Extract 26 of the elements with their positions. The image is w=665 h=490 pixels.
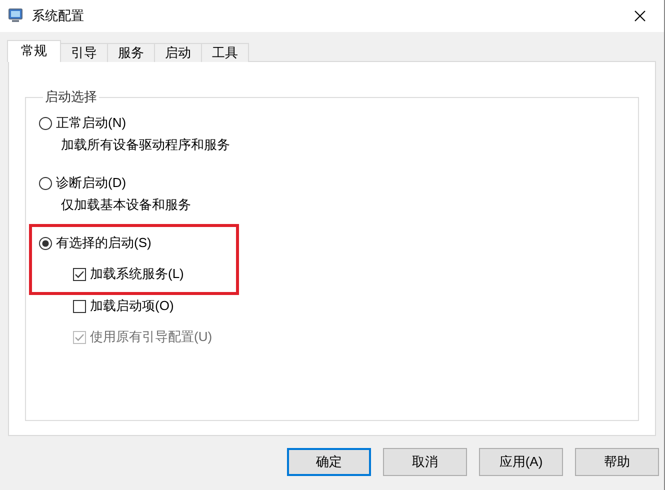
radio-button[interactable] (39, 236, 52, 250)
radio-label: 有选择的启动(S) (56, 234, 152, 252)
tab[interactable]: 工具 (201, 43, 249, 62)
radio-label: 正常启动(N) (56, 114, 126, 132)
option-description: 加载所有设备驱动程序和服务 (61, 136, 230, 154)
radio-button[interactable] (39, 116, 52, 130)
option-description: 仅加载基本设备和服务 (61, 196, 191, 214)
monitor-icon (8, 8, 24, 24)
checkbox-label: 加载系统服务(L) (90, 265, 184, 283)
tab[interactable]: 服务 (107, 43, 155, 62)
tab[interactable]: 常规 (7, 40, 61, 62)
checkbox[interactable] (73, 268, 86, 280)
dialog-button[interactable]: 确定 (287, 448, 371, 476)
radio-button[interactable] (39, 176, 52, 190)
dialog-button[interactable]: 应用(A) (479, 448, 563, 476)
checkbox-label: 加载启动项(O) (90, 297, 174, 315)
tab[interactable]: 启动 (154, 43, 202, 62)
radio-label: 诊断启动(D) (56, 174, 126, 192)
tab[interactable]: 引导 (60, 43, 108, 62)
window-title: 系统配置 (32, 7, 84, 25)
checkbox-label: 使用原有引导配置(U) (90, 328, 212, 346)
dialog-button[interactable]: 帮助 (575, 448, 659, 476)
checkbox[interactable] (73, 300, 86, 312)
close-icon[interactable] (634, 10, 646, 22)
group-title: 启动选择 (44, 88, 98, 106)
dialog-button[interactable]: 取消 (383, 448, 467, 476)
